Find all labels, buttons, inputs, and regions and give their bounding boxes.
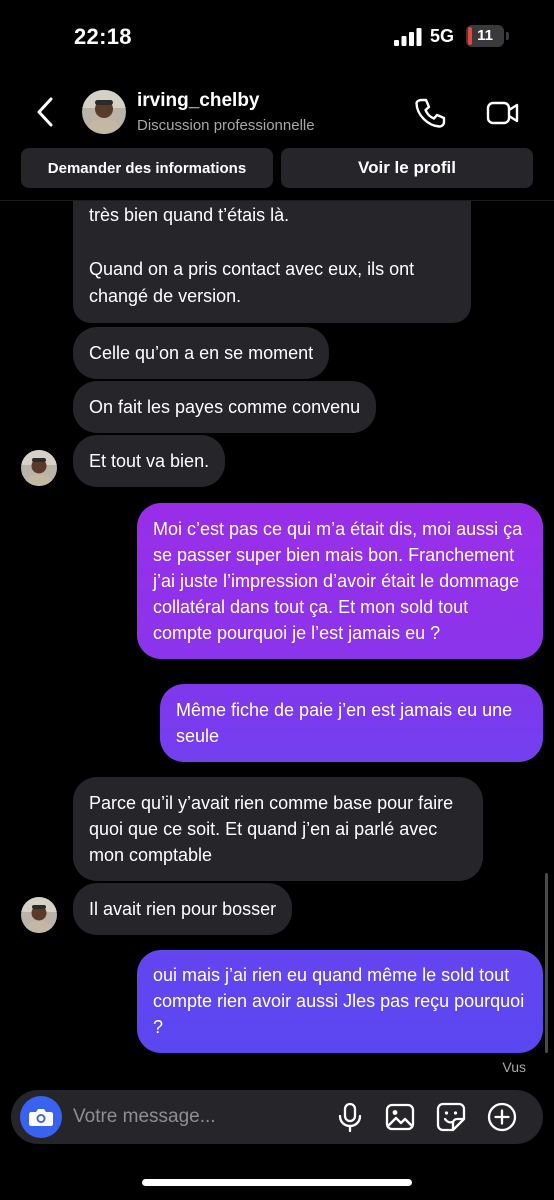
battery-tip: [506, 32, 509, 40]
message-bubble-outgoing[interactable]: Moi c’est pas ce qui m’a était dis, moi …: [137, 503, 543, 659]
message-bubble-incoming[interactable]: On fait les payes comme convenu: [73, 381, 377, 433]
message-bubble-incoming[interactable]: Celle qu’on a en se moment: [73, 327, 330, 379]
camera-icon: [29, 1109, 53, 1126]
status-bar: 22:18 5G 11: [0, 0, 554, 72]
message-input[interactable]: [73, 1099, 323, 1135]
image-icon[interactable]: [385, 1102, 415, 1132]
status-time: 22:18: [74, 24, 132, 49]
home-indicator[interactable]: [142, 1179, 412, 1186]
avatar[interactable]: [82, 90, 126, 134]
scrollbar[interactable]: [545, 873, 548, 1053]
message-bubble-incoming[interactable]: Et tout va bien.: [73, 435, 226, 487]
message-bubble-incoming[interactable]: Parce qu’il y’avait rien comme base pour…: [73, 777, 483, 881]
avatar[interactable]: [21, 897, 57, 933]
camera-button[interactable]: [20, 1096, 62, 1138]
battery-percent: 11: [477, 27, 493, 44]
video-camera-icon[interactable]: [486, 98, 520, 128]
plus-circle-icon[interactable]: [487, 1102, 517, 1132]
message-bubble-incoming[interactable]: très bien quand t’étais là. Quand on a p…: [73, 201, 471, 323]
sticker-icon[interactable]: [436, 1102, 466, 1132]
seen-label: Vus: [502, 1059, 526, 1075]
network-type: 5G: [430, 26, 455, 46]
message-list[interactable]: très bien quand t’étais là. Quand on a p…: [0, 201, 554, 1081]
microphone-icon[interactable]: [335, 1102, 365, 1132]
message-bubble-outgoing[interactable]: Même fiche de paie j’en est jamais eu un…: [160, 684, 543, 762]
signal-icon: [394, 28, 422, 46]
request-info-button[interactable]: Demander des informations: [21, 148, 273, 188]
contact-username[interactable]: irving_chelby: [137, 90, 260, 112]
message-bubble-outgoing[interactable]: oui mais j’ai rien eu quand même le sold…: [137, 950, 543, 1053]
contact-subtitle: Discussion professionnelle: [137, 117, 315, 134]
phone-icon[interactable]: [413, 96, 447, 130]
view-profile-button[interactable]: Voir le profil: [281, 148, 533, 188]
chevron-left-icon[interactable]: [32, 94, 60, 130]
avatar[interactable]: [21, 450, 57, 486]
chat-header: irving_chelby Discussion professionnelle…: [0, 72, 554, 198]
battery-icon: 11: [466, 25, 504, 47]
message-bubble-incoming[interactable]: Il avait rien pour bosser: [73, 883, 293, 935]
message-composer: [11, 1090, 543, 1144]
